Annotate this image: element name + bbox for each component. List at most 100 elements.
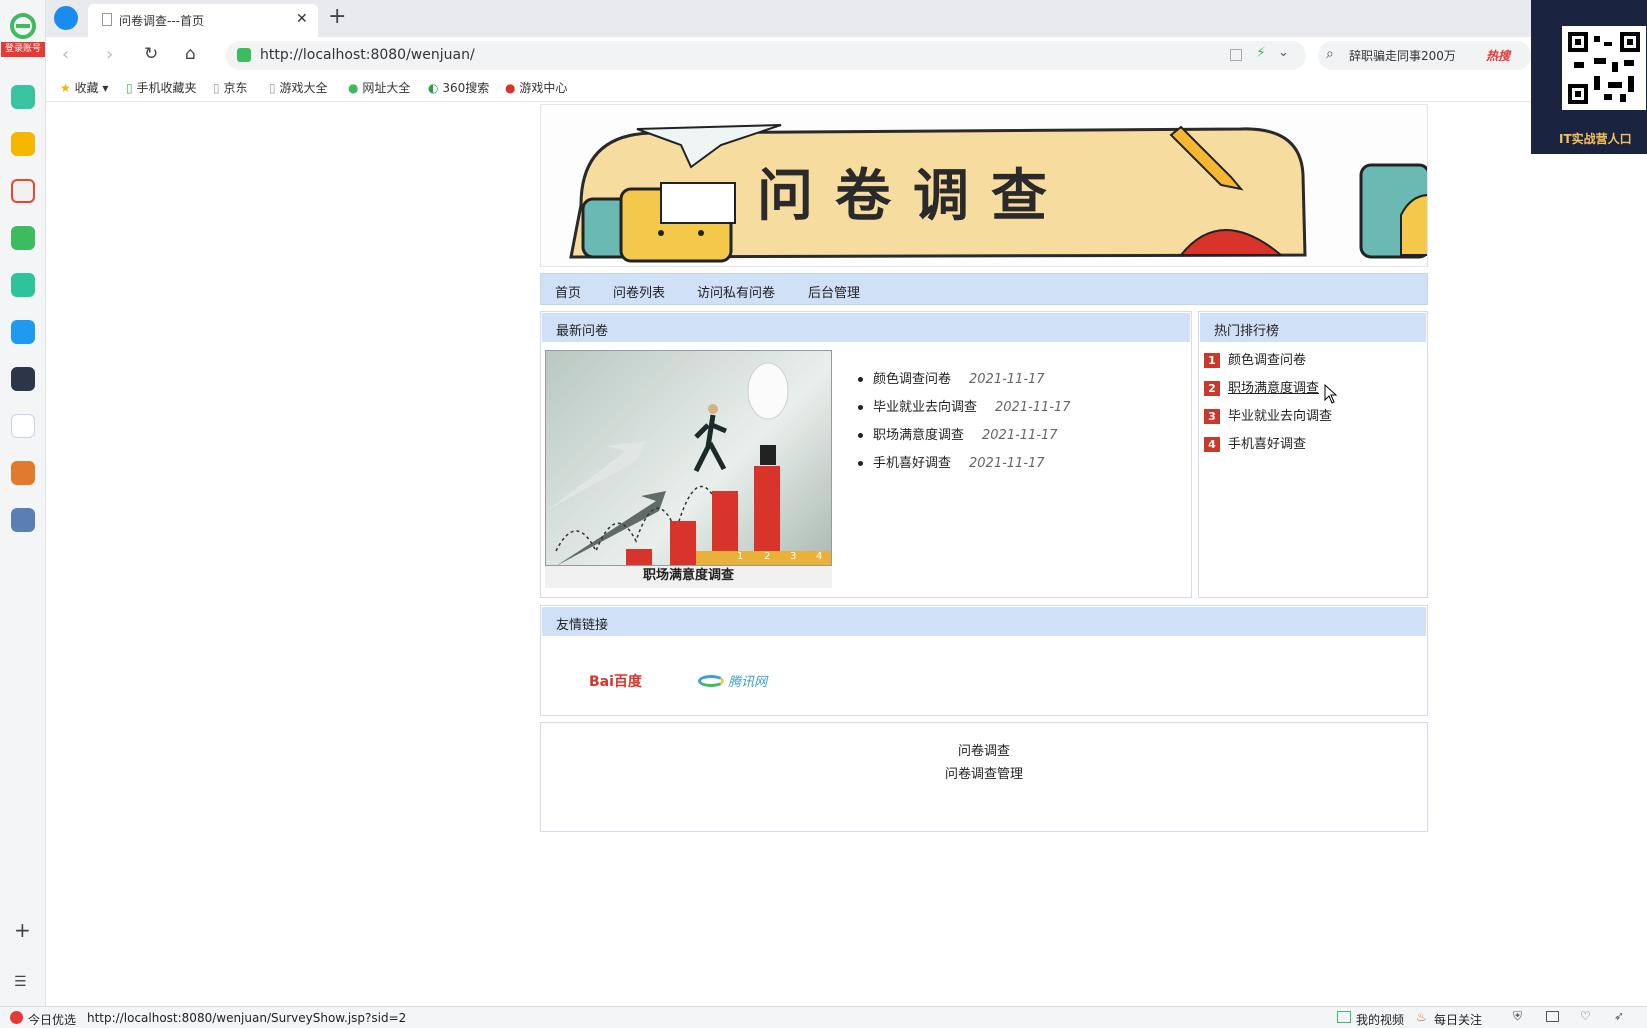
search-box[interactable]: ⌕ 辞职骗走同事200万 热搜 (1318, 41, 1531, 70)
page-icon: ▯ (213, 81, 220, 95)
status-bar: 今日优选 http://localhost:8080/wenjuan/Surve… (0, 1006, 1647, 1028)
lion-game-icon[interactable] (11, 461, 35, 485)
tencent-logo[interactable]: 腾讯网 (698, 671, 767, 690)
ranking-item[interactable]: 1 颜色调查问卷 (1204, 349, 1306, 368)
fav-urls[interactable]: ● 网址大全 (348, 79, 410, 96)
close-icon[interactable]: ✕ (296, 11, 308, 27)
shield-icon[interactable]: ⛨ (1513, 1009, 1522, 1024)
ranking-item-title[interactable]: 颜色调查问卷 (1228, 353, 1306, 368)
ranking-item[interactable]: 4 手机喜好调查 (1204, 433, 1306, 452)
fav-jd[interactable]: ▯ 京东 (213, 79, 247, 96)
page-icon: ▯ (269, 81, 276, 95)
search-360-icon: ◐ (428, 81, 439, 95)
address-bar[interactable]: http://localhost:8080/wenjuan/ ⚡ ⌄ (226, 41, 1306, 70)
latest-item-date: 2021-11-17 (995, 400, 1071, 415)
search-icon: ⌕ (1326, 46, 1334, 62)
nav-private-survey[interactable]: 访问私有问卷 (697, 282, 775, 301)
latest-item[interactable]: 职场满意度调查 2021-11-17 (858, 424, 1058, 443)
fav-label: 游戏大全 (279, 81, 328, 95)
growth-chart-illustration (546, 362, 831, 565)
latest-item-date: 2021-11-17 (969, 456, 1045, 471)
add-icon[interactable]: + (14, 918, 31, 942)
game-center-icon: ● (505, 81, 516, 95)
game-app-icon[interactable] (11, 367, 35, 391)
word-doc-icon[interactable] (11, 414, 35, 438)
ranking-item[interactable]: 2 职场满意度调查 (1204, 377, 1319, 396)
ranking-item-title[interactable]: 毕业就业去向调查 (1228, 409, 1332, 424)
new-tab-icon[interactable]: + (328, 4, 346, 29)
forward-icon[interactable]: › (106, 44, 113, 65)
baidu-logo[interactable]: Bai百度 (589, 671, 642, 691)
image-icon[interactable] (1546, 1011, 1559, 1022)
qr-caption: IT实战营人口 (1559, 132, 1632, 146)
qr-code-overlay: IT实战营人口 (1531, 0, 1647, 154)
browser-sidebar: 登录账号 + ☰ (0, 0, 46, 1006)
menu-list-icon[interactable]: ☰ (14, 974, 27, 990)
tencent-swirl-icon (698, 674, 724, 687)
rank-badge: 2 (1204, 381, 1220, 396)
nav-home[interactable]: 首页 (555, 282, 581, 301)
featured-survey-image[interactable]: 1 2 3 4 (545, 350, 832, 566)
tencent-link-text: 腾讯网 (728, 675, 768, 690)
latest-item-title[interactable]: 职场满意度调查 (873, 428, 964, 443)
latest-item-title[interactable]: 颜色调查问卷 (873, 372, 951, 387)
plus-app-icon[interactable] (11, 85, 35, 109)
status-recommend[interactable]: 今日优选 (28, 1011, 76, 1028)
weibo-icon[interactable] (11, 179, 35, 203)
status-my-video[interactable]: 我的视频 (1356, 1011, 1404, 1028)
rank-badge: 4 (1204, 437, 1220, 452)
chevron-down-icon[interactable]: ⌄ (1278, 45, 1289, 60)
home-icon[interactable]: ⌂ (185, 44, 196, 64)
chart-label-2: 2 (764, 551, 771, 562)
mail-icon[interactable] (11, 226, 35, 250)
latest-item-date: 2021-11-17 (969, 372, 1045, 387)
fav-mobile[interactable]: ▯ 手机收藏夹 (126, 79, 196, 96)
nav-survey-list[interactable]: 问卷列表 (613, 282, 665, 301)
ranking-header: 热门排行榜 (1200, 313, 1426, 342)
ip-app-icon[interactable] (11, 320, 35, 344)
featured-survey-caption[interactable]: 职场满意度调查 (545, 566, 832, 588)
rocket-icon[interactable]: ➶ (1614, 1009, 1624, 1023)
fav-game-center[interactable]: ● 游戏中心 (505, 79, 567, 96)
navigation-compass-icon[interactable] (54, 6, 78, 30)
fav-games[interactable]: ▯ 游戏大全 (269, 79, 327, 96)
latest-item-title[interactable]: 手机喜好调查 (873, 456, 951, 471)
login-badge[interactable]: 登录账号 (1, 42, 45, 57)
latest-item-title[interactable]: 毕业就业去向调查 (873, 400, 977, 415)
ranking-item[interactable]: 3 毕业就业去向调查 (1204, 405, 1332, 424)
latest-item[interactable]: 手机喜好调查 2021-11-17 (858, 452, 1045, 471)
heartbeat-icon[interactable]: ♡ (1580, 1009, 1591, 1023)
qr-small-icon[interactable] (1230, 49, 1242, 61)
rank-badge: 1 (1204, 353, 1220, 368)
cloud-icon[interactable] (11, 273, 35, 297)
fav-label: 360搜索 (442, 81, 490, 95)
star-icon[interactable] (11, 132, 35, 156)
fav-label: 手机收藏夹 (136, 81, 197, 95)
bullet (858, 461, 863, 466)
lightning-icon[interactable]: ⚡ (1256, 45, 1266, 61)
castle-game-icon[interactable] (11, 508, 35, 532)
rank-badge: 3 (1204, 409, 1220, 424)
status-daily-follow[interactable]: 每日关注 (1434, 1011, 1482, 1028)
latest-item[interactable]: 毕业就业去向调查 2021-11-17 (858, 396, 1071, 415)
favorites-star[interactable]: ★ 收藏 ▾ (60, 79, 108, 96)
tab-active[interactable]: 问卷调查---首页 ✕ (88, 4, 318, 37)
ranking-item-title[interactable]: 职场满意度调查 (1228, 381, 1319, 396)
back-icon[interactable]: ‹ (62, 44, 69, 65)
secure-shield-icon (237, 48, 251, 62)
chart-label-1: 1 (737, 551, 744, 562)
fav-label: 京东 (223, 81, 248, 95)
reload-icon[interactable]: ↻ (144, 44, 158, 64)
chart-label-4: 4 (816, 551, 823, 562)
links-panel: 友情链接 (540, 605, 1428, 716)
url-text[interactable]: http://localhost:8080/wenjuan/ (260, 47, 475, 63)
nav-admin[interactable]: 后台管理 (808, 282, 860, 301)
fire-icon: ♨ (1416, 1010, 1427, 1024)
latest-item[interactable]: 颜色调查问卷 2021-11-17 (858, 368, 1045, 387)
latest-item-date: 2021-11-17 (982, 428, 1058, 443)
browser-logo-icon[interactable] (8, 12, 38, 42)
fav-360[interactable]: ◐ 360搜索 (428, 79, 489, 96)
bullet (858, 433, 863, 438)
ranking-item-title[interactable]: 手机喜好调查 (1228, 437, 1306, 452)
globe-icon: ● (348, 81, 359, 95)
